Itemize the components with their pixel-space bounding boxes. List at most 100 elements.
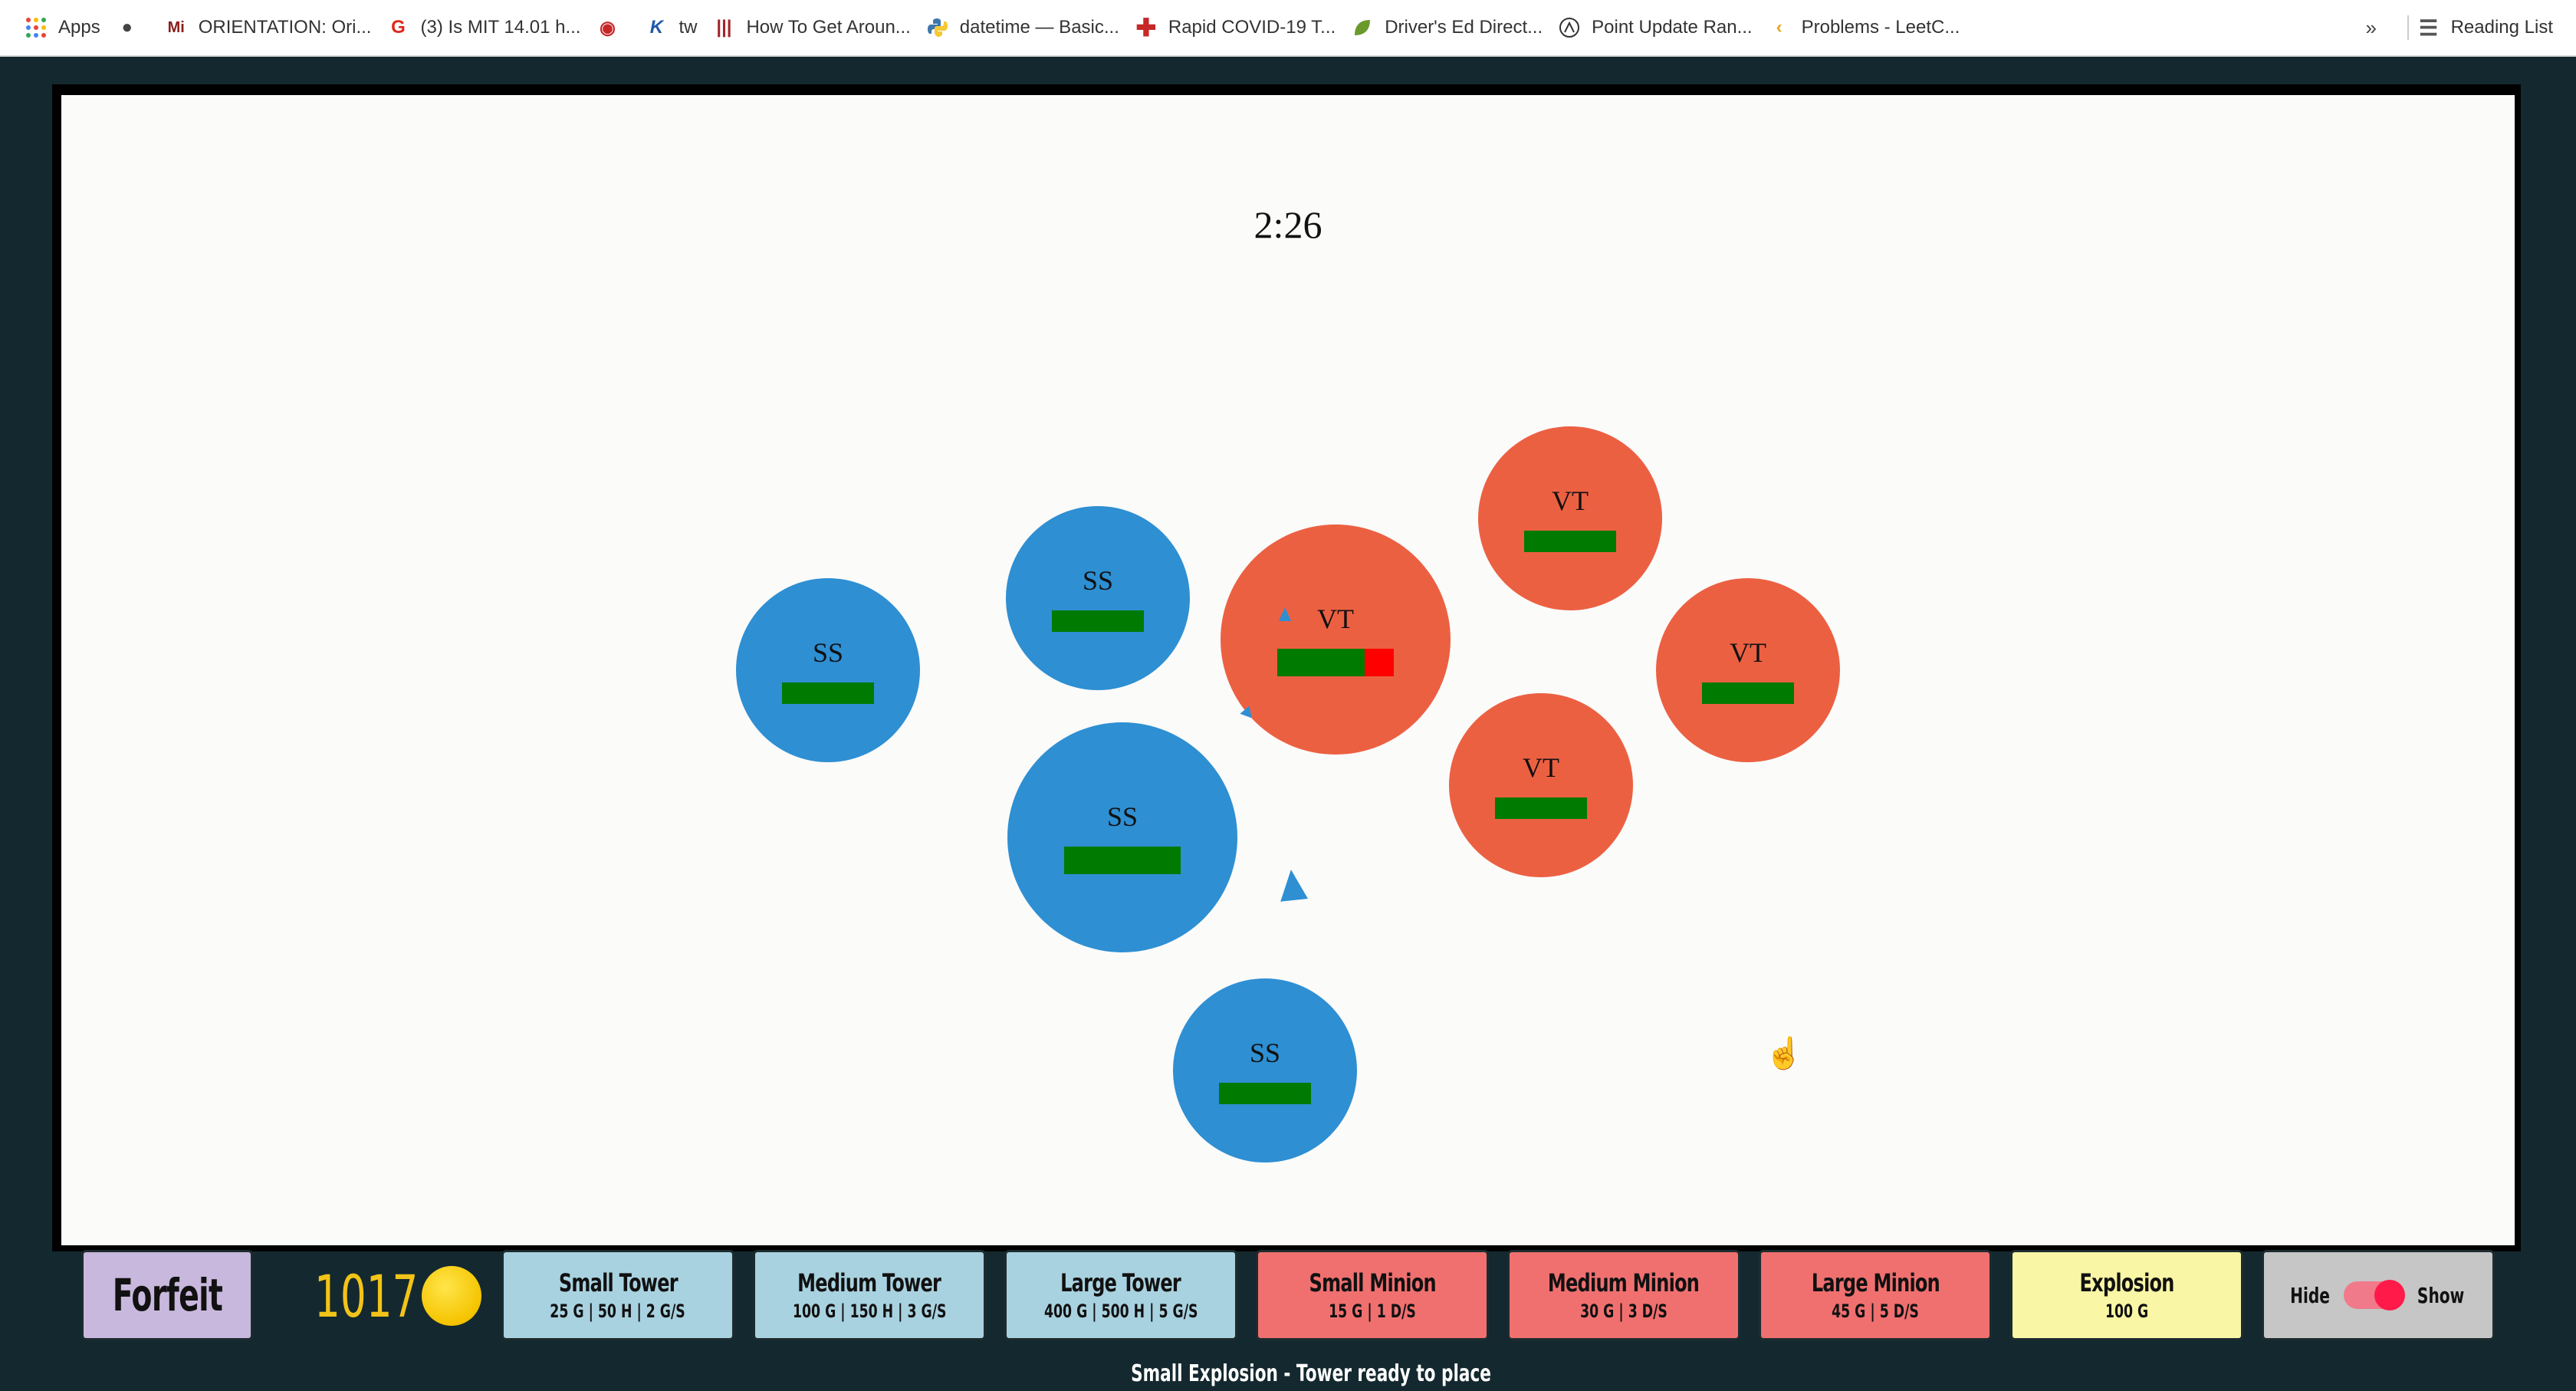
medium-tower-button[interactable]: Medium Tower 100 G | 150 H | 3 G/S [753, 1250, 986, 1340]
bookmarks-overflow-button[interactable]: » [2366, 0, 2377, 55]
health-fill [1495, 797, 1587, 819]
unit-label: VT [1552, 485, 1589, 516]
button-title: Small Minion [1309, 1268, 1436, 1297]
button-title: Medium Minion [1548, 1268, 1700, 1297]
leaf-icon [1351, 16, 1374, 39]
python-icon [926, 16, 949, 39]
toggle-show-label: Show [2417, 1282, 2465, 1308]
unit-vt-4[interactable]: VT [1449, 693, 1633, 877]
button-stats: 100 G [2104, 1301, 2149, 1322]
unit-label: SS [1249, 1037, 1281, 1068]
bookmark-label: tw [678, 17, 698, 38]
quora-icon: G [391, 17, 406, 38]
button-title: Explosion [2079, 1268, 2174, 1297]
bookmark-drivers-ed[interactable]: Driver's Ed Direct... [1343, 0, 1550, 55]
bookmark-label: Rapid COVID-19 T... [1168, 17, 1336, 38]
k-logo-icon: K [649, 17, 664, 38]
unit-vt-2[interactable]: VT [1478, 426, 1662, 610]
health-fill [782, 682, 874, 704]
health-bar [1064, 847, 1181, 874]
bookmark-how-to-get-around[interactable]: ||| How To Get Aroun... [705, 0, 918, 55]
health-bar [1219, 1083, 1311, 1104]
health-fill [1064, 847, 1181, 874]
button-stats: 45 G | 5 D/S [1832, 1301, 1919, 1322]
projectile [1279, 607, 1291, 621]
unit-ss-3[interactable]: SS [1007, 722, 1237, 952]
bookmark-target[interactable]: ◉ [588, 0, 637, 55]
unit-label: VT [1523, 752, 1559, 783]
button-title: Large Minion [1811, 1268, 1940, 1297]
bookmark-label: (3) Is MIT 14.01 h... [420, 17, 581, 38]
toggle-knob [2374, 1280, 2406, 1310]
hide-show-toggle[interactable]: Hide Show [2262, 1250, 2495, 1340]
bookmark-label: Problems - LeetC... [1801, 17, 1960, 38]
health-fill [1277, 649, 1365, 676]
large-tower-button[interactable]: Large Tower 400 G | 500 H | 5 G/S [1004, 1250, 1237, 1340]
bookmark-label: Driver's Ed Direct... [1385, 17, 1543, 38]
large-minion-button[interactable]: Large Minion 45 G | 5 D/S [1759, 1250, 1992, 1340]
game-board[interactable]: 2:26 SS SS SS SS VT VT VT VT ☝ [61, 95, 2515, 1245]
bookmark-leetcode[interactable]: ‹ Problems - LeetC... [1760, 0, 1968, 55]
bookmark-globe[interactable]: ● [108, 0, 157, 55]
hand-cursor-icon: ☝ [1765, 1037, 1803, 1070]
unit-ss-4[interactable]: SS [1173, 978, 1357, 1162]
toggle-switch[interactable] [2344, 1280, 2406, 1310]
forfeit-button[interactable]: Forfeit [81, 1250, 253, 1340]
health-bar [1702, 682, 1794, 704]
health-fill [1052, 610, 1144, 632]
bookmarks-bar: Apps ● Mi ORIENTATION: Ori... G (3) Is M… [0, 0, 2576, 57]
reading-list-label: Reading List [2450, 17, 2553, 38]
button-stats: 30 G | 3 D/S [1580, 1301, 1668, 1322]
mit-logo-icon: Mi [167, 18, 185, 36]
peak-icon [1558, 16, 1581, 39]
bookmark-datetime[interactable]: datetime — Basic... [918, 0, 1127, 55]
bookmark-label: datetime — Basic... [959, 17, 1119, 38]
button-title: Medium Tower [797, 1268, 942, 1297]
unit-vt-1[interactable]: VT [1221, 525, 1451, 755]
toggle-hide-label: Hide [2290, 1282, 2331, 1308]
gold-coin-icon [422, 1266, 481, 1326]
button-title: Large Tower [1060, 1268, 1182, 1297]
small-minion-button[interactable]: Small Minion 15 G | 1 D/S [1256, 1250, 1489, 1340]
leetcode-icon: ‹ [1776, 17, 1783, 38]
unit-ss-2[interactable]: SS [1006, 506, 1190, 690]
bookmark-apps[interactable]: Apps [17, 0, 108, 55]
projectile [1277, 868, 1308, 902]
reading-list-icon: ☰ [2419, 15, 2439, 40]
health-bar [782, 682, 874, 704]
status-message: Small Explosion - Tower ready to place [1131, 1360, 1491, 1387]
unit-label: VT [1730, 637, 1766, 668]
button-stats: 100 G | 150 H | 3 G/S [792, 1301, 947, 1322]
bookmark-orientation[interactable]: Mi ORIENTATION: Ori... [157, 0, 380, 55]
health-fill [1524, 531, 1616, 552]
bookmark-point-update[interactable]: Point Update Ran... [1550, 0, 1760, 55]
globe-icon: ● [121, 17, 133, 38]
medium-minion-button[interactable]: Medium Minion 30 G | 3 D/S [1507, 1250, 1740, 1340]
unit-label: VT [1317, 603, 1354, 634]
small-tower-button[interactable]: Small Tower 25 G | 50 H | 2 G/S [501, 1250, 734, 1340]
bookmark-covid[interactable]: ✚ Rapid COVID-19 T... [1127, 0, 1343, 55]
apps-grid-icon [25, 16, 48, 39]
bookmark-tw[interactable]: K tw [637, 0, 705, 55]
health-fill [1219, 1083, 1311, 1104]
explosion-button[interactable]: Explosion 100 G [2010, 1250, 2243, 1340]
bookmark-label: Apps [58, 17, 100, 38]
target-icon: ◉ [599, 17, 616, 38]
gold-display: 1017 [314, 1261, 481, 1330]
red-bars-icon: ||| [716, 17, 732, 38]
health-bar [1524, 531, 1616, 552]
button-stats: 25 G | 50 H | 2 G/S [550, 1301, 686, 1322]
bookmark-label: How To Get Aroun... [746, 17, 911, 38]
unit-ss-1[interactable]: SS [736, 578, 920, 762]
health-bar [1495, 797, 1587, 819]
bookmark-label: ORIENTATION: Ori... [198, 17, 372, 38]
bookmark-label: Point Update Ran... [1592, 17, 1753, 38]
unit-vt-3[interactable]: VT [1656, 578, 1840, 762]
health-bar [1052, 610, 1144, 632]
medical-cross-icon: ✚ [1135, 14, 1157, 41]
button-stats: 15 G | 1 D/S [1329, 1301, 1416, 1322]
game-timer: 2:26 [1254, 203, 1322, 246]
gold-amount: 1017 [314, 1261, 419, 1330]
reading-list-button[interactable]: ☰ Reading List [2410, 0, 2561, 55]
bookmark-quora[interactable]: G (3) Is MIT 14.01 h... [379, 0, 588, 55]
